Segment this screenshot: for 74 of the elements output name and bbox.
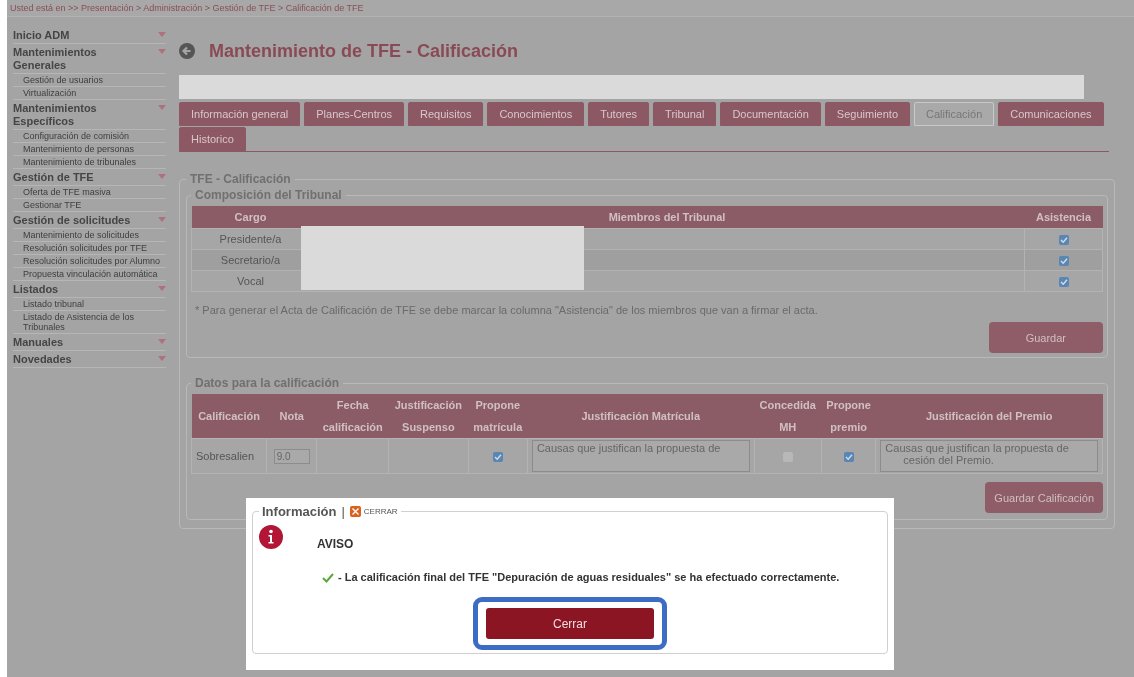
sidebar-section-title[interactable]: Inicio ADM	[13, 29, 145, 42]
caret-icon	[158, 339, 166, 344]
sidebar-section-title[interactable]: Gestión de TFE	[13, 171, 145, 184]
table-cell: Sobresalien	[191, 438, 267, 474]
sidebar-item[interactable]: Mantenimiento de personas	[13, 143, 166, 156]
column-header: Concedida MH	[754, 394, 822, 439]
tab[interactable]: Tutores	[588, 102, 650, 126]
sidebar-item[interactable]: Configuración de comisión	[13, 130, 166, 143]
tab[interactable]: Información general	[179, 102, 301, 126]
tab[interactable]: Planes-Centros	[304, 102, 405, 126]
tab[interactable]: Historico	[179, 127, 246, 151]
save-button[interactable]: Guardar	[988, 322, 1103, 353]
tab[interactable]: Conocimientos	[487, 102, 585, 126]
caret-icon	[158, 105, 166, 110]
breadcrumb: Usted está en >> Presentación > Administración > Gestión de TFE > Calificación de TFE	[7, 0, 1134, 17]
grade-input[interactable]: 9.0	[273, 448, 310, 464]
dialog-title: Información	[262, 504, 337, 519]
column-header: Calificación	[191, 394, 267, 439]
tab[interactable]: Requisitos	[408, 102, 484, 126]
check-icon	[322, 573, 334, 583]
column-header: Justificación Matrícula	[527, 394, 754, 439]
dialog-heading: AVISO	[317, 537, 354, 551]
tab[interactable]: Comunicaciones	[998, 102, 1104, 126]
sidebar-section-title[interactable]: Novedades	[13, 353, 145, 366]
back-arrow-icon[interactable]	[179, 43, 195, 59]
sidebar-item[interactable]: Mantenimiento de tribunales	[13, 156, 166, 169]
column-header: Propone premio	[821, 394, 876, 439]
tab[interactable]: Tribunal	[653, 102, 717, 126]
separator-text: |	[341, 504, 345, 519]
column-header: Fecha calificación	[316, 394, 389, 439]
sidebar-item[interactable]: Propuesta vinculación automática	[13, 268, 166, 281]
save-grade-button[interactable]: Guardar Calificación	[985, 482, 1103, 513]
sidebar-section-title[interactable]: Listados	[13, 283, 145, 296]
column-header: Asistencia	[1024, 206, 1103, 229]
sidebar-item[interactable]: Resolución solicitudes por Alumno	[13, 255, 166, 268]
caret-icon	[158, 174, 166, 179]
sidebar-section-title[interactable]: Mantenimientos Generales	[13, 46, 145, 72]
sidebar-section-title[interactable]: Mantenimientos Específicos	[13, 102, 145, 128]
column-header: Propone matrícula	[468, 394, 528, 439]
tab[interactable]: Documentación	[720, 102, 821, 126]
text-area[interactable]: Causas que justifican la propuesta de cesión del Premio.	[880, 440, 1098, 472]
sidebar-section-title[interactable]: Manuales	[13, 336, 145, 349]
sidebar-item[interactable]: Oferta de TFE masiva	[13, 186, 166, 199]
column-header: Miembros del Tribunal	[309, 206, 1025, 229]
sidebar-item[interactable]: Gestionar TFE	[13, 199, 166, 212]
sidebar-item[interactable]: Listado tribunal	[13, 298, 166, 311]
dialog-message: - La calificación final del TFE "Depuración de aguas residuales" se ha efectuado correctamente.	[338, 571, 840, 583]
caret-icon	[158, 356, 166, 361]
close-icon	[349, 506, 361, 517]
sidebar-section-title[interactable]: Gestión de solicitudes	[13, 214, 145, 227]
sidebar-item[interactable]: Gestión de usuarios	[13, 74, 166, 87]
column-header: Justificación del Premio	[875, 394, 1103, 439]
info-icon	[259, 525, 283, 549]
column-header: Cargo	[191, 206, 310, 229]
column-header: Justificación Suspenso	[388, 394, 469, 439]
column-header: Nota	[266, 394, 317, 439]
checkbox[interactable]	[1058, 235, 1069, 246]
caret-icon	[158, 49, 166, 54]
sidebar-item[interactable]: Resolución solicitudes por TFE	[13, 242, 166, 255]
checkbox[interactable]	[492, 452, 503, 463]
caret-icon	[158, 32, 166, 37]
close-link[interactable]: CERRAR	[349, 506, 398, 517]
caret-icon	[158, 286, 166, 291]
tab[interactable]: Seguimiento	[824, 102, 910, 126]
checkbox[interactable]	[1058, 256, 1069, 267]
checkbox[interactable]	[1058, 277, 1069, 288]
sidebar-item[interactable]: Listado de Asistencia de los Tribunales	[13, 311, 166, 334]
sidebar-item[interactable]: Mantenimiento de solicitudes	[13, 229, 166, 242]
caret-icon	[158, 217, 166, 222]
text-area[interactable]: Causas que justifican la propuesta de	[531, 440, 750, 472]
sidebar-item[interactable]: Virtualización	[13, 87, 166, 100]
checkbox[interactable]	[843, 452, 854, 463]
close-button[interactable]: Cerrar	[486, 608, 654, 639]
page-title: Mantenimiento de TFE - Calificación	[209, 40, 519, 62]
